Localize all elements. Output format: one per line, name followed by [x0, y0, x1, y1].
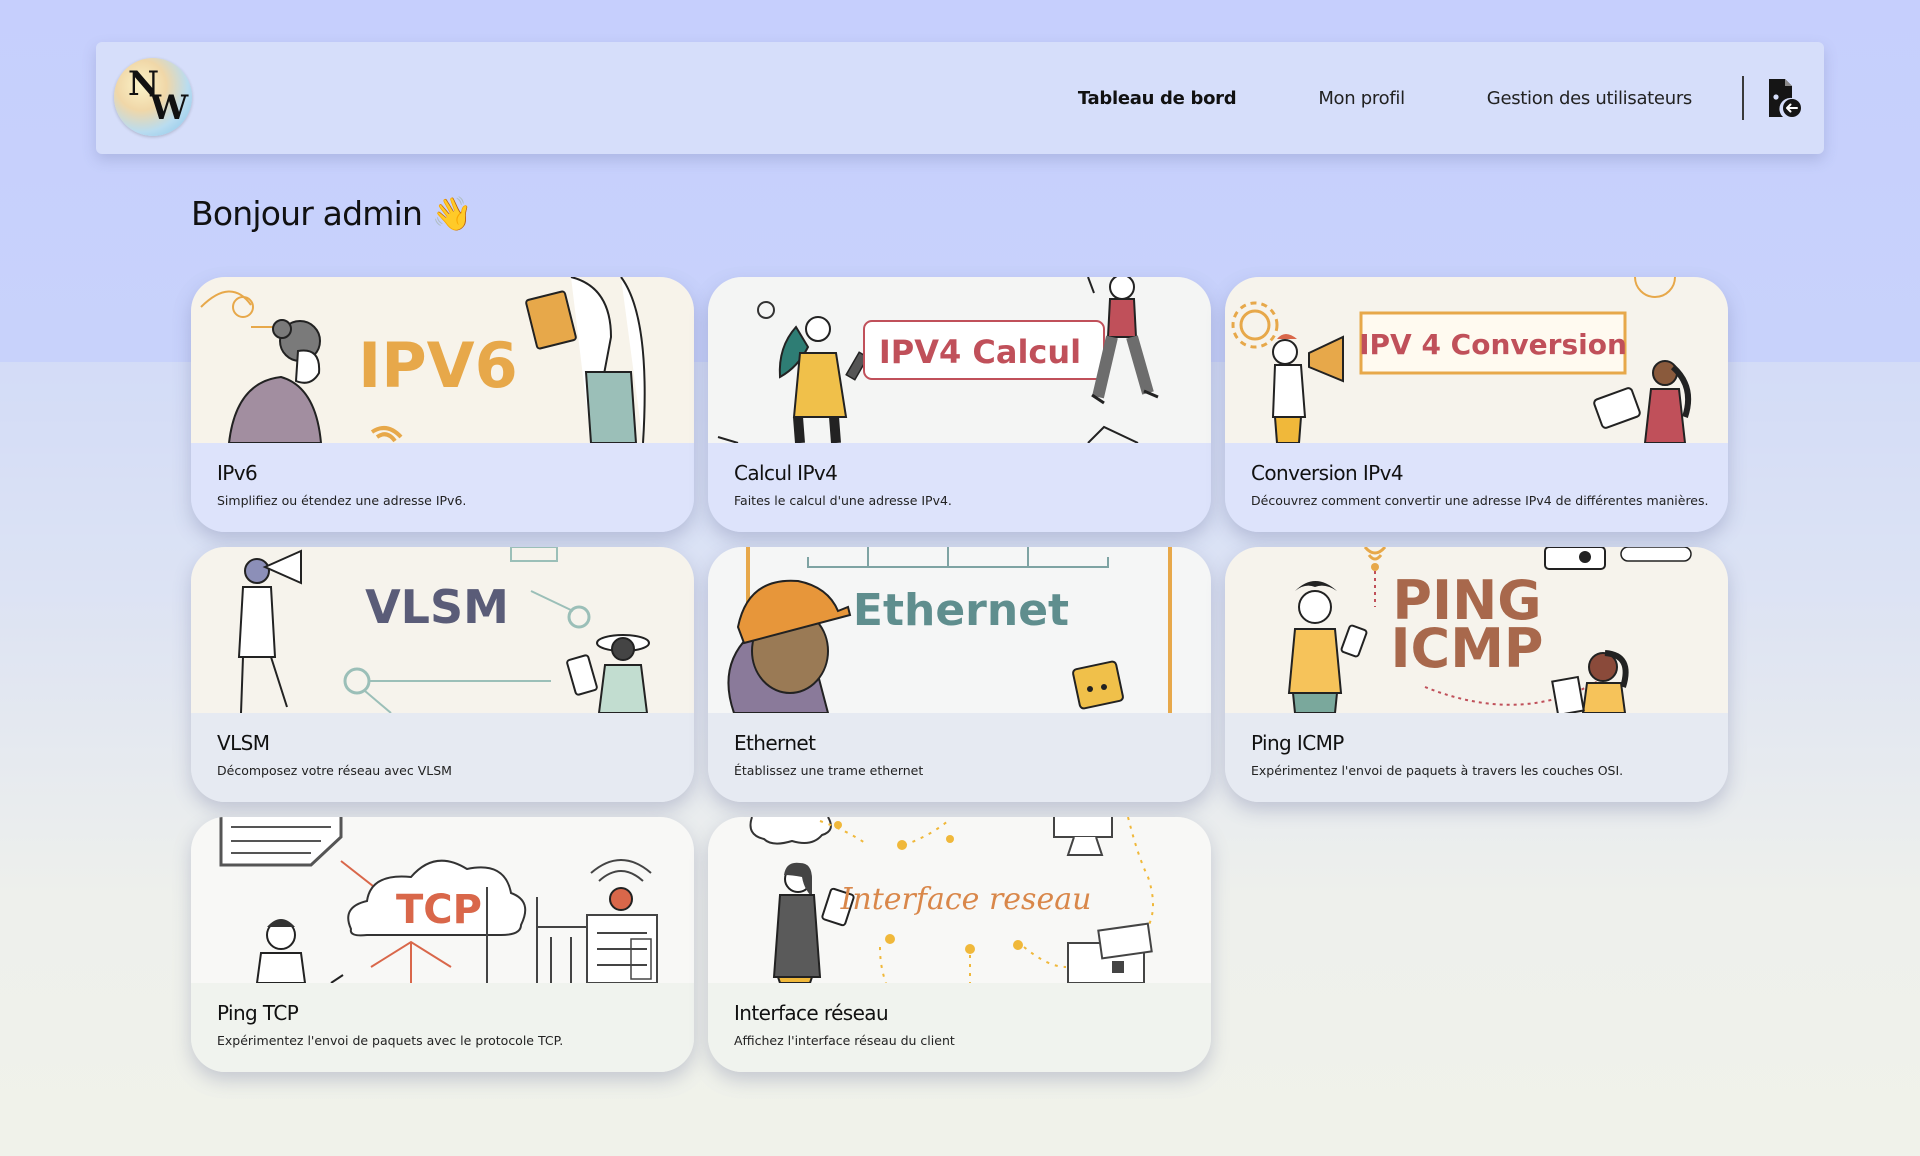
card-title: Ping ICMP: [1251, 731, 1344, 755]
logo-letter-w: W: [150, 88, 189, 128]
card-description: Affichez l'interface réseau du client: [734, 1033, 955, 1048]
page-greeting: Bonjour admin 👋: [191, 194, 473, 234]
icmp-banner-line2: ICMP: [1390, 617, 1543, 680]
logo[interactable]: N W: [114, 58, 192, 136]
card-ping-tcp[interactable]: TCP Ping TCP Expérimentez l'envoi de paq…: [191, 817, 694, 1072]
card-title: Ping TCP: [217, 1001, 299, 1025]
waving-hand-icon: 👋: [431, 194, 473, 233]
card-body: Ethernet Établissez une trame ethernet: [708, 713, 1211, 802]
card-vlsm[interactable]: VLSM VLSM Décomposez votre réseau avec V…: [191, 547, 694, 802]
card-ethernet[interactable]: Ethernet Ethernet Établissez une trame e…: [708, 547, 1211, 802]
nav-link-user-management[interactable]: Gestion des utilisateurs: [1487, 88, 1693, 109]
ipv6-illustration: IPV6: [191, 277, 694, 443]
greeting-text: Bonjour admin: [191, 194, 423, 233]
card-description: Décomposez votre réseau avec VLSM: [217, 763, 452, 778]
card-body: IPv6 Simplifiez ou étendez une adresse I…: [191, 443, 694, 532]
ping-icmp-illustration: PING ICMP: [1225, 547, 1728, 713]
vlsm-banner-text: VLSM: [365, 580, 509, 634]
card-ping-icmp[interactable]: PING ICMP Ping ICMP Expérimentez l'envoi…: [1225, 547, 1728, 802]
nav-links: Tableau de bord Mon profil Gestion des u…: [996, 42, 1692, 154]
card-interface-reseau[interactable]: Interface reseau Interface réseau Affich…: [708, 817, 1211, 1072]
nav-divider: [1742, 76, 1744, 120]
card-body: Interface réseau Affichez l'interface ré…: [708, 983, 1211, 1072]
card-description: Expérimentez l'envoi de paquets avec le …: [217, 1033, 564, 1048]
logout-icon[interactable]: [1766, 78, 1802, 118]
card-title: Conversion IPv4: [1251, 461, 1404, 485]
card-description: Simplifiez ou étendez une adresse IPv6.: [217, 493, 467, 508]
card-body: Ping TCP Expérimentez l'envoi de paquets…: [191, 983, 694, 1072]
interface-banner-text: Interface reseau: [840, 882, 1092, 917]
ipv4-conversion-illustration: IPV 4 Conversion: [1225, 277, 1728, 443]
card-body: VLSM Décomposez votre réseau avec VLSM: [191, 713, 694, 802]
card-body: Ping ICMP Expérimentez l'envoi de paquet…: [1225, 713, 1728, 802]
ipv4-calcul-banner-text: IPV4 Calcul: [879, 333, 1081, 371]
card-description: Découvrez comment convertir une adresse …: [1251, 493, 1709, 508]
ethernet-banner-text: Ethernet: [853, 585, 1069, 636]
card-conversion-ipv4[interactable]: IPV 4 Conversion Conversion IPv4 Découvr…: [1225, 277, 1728, 532]
vlsm-illustration: VLSM: [191, 547, 694, 713]
card-title: Interface réseau: [734, 1001, 889, 1025]
ipv6-banner-text: IPV6: [358, 329, 518, 402]
card-title: IPv6: [217, 461, 258, 485]
ipv4-conversion-banner-text: IPV 4 Conversion: [1359, 328, 1627, 361]
navbar: N W Tableau de bord Mon profil Gestion d…: [96, 42, 1824, 154]
card-title: Ethernet: [734, 731, 816, 755]
card-title: VLSM: [217, 731, 270, 755]
card-ipv6[interactable]: IPV6 IPv6 Simplifiez ou étendez une adre…: [191, 277, 694, 532]
card-calcul-ipv4[interactable]: IPV4 Calcul Calcul IPv4 Faites le calcul…: [708, 277, 1211, 532]
card-description: Faites le calcul d'une adresse IPv4.: [734, 493, 952, 508]
card-body: Calcul IPv4 Faites le calcul d'une adres…: [708, 443, 1211, 532]
card-description: Expérimentez l'envoi de paquets à traver…: [1251, 763, 1624, 778]
interface-reseau-illustration: Interface reseau: [708, 817, 1211, 983]
card-body: Conversion IPv4 Découvrez comment conver…: [1225, 443, 1728, 532]
ethernet-illustration: Ethernet: [708, 547, 1211, 713]
ping-tcp-illustration: TCP: [191, 817, 694, 983]
ipv4-calcul-illustration: IPV4 Calcul: [708, 277, 1211, 443]
nav-link-profile[interactable]: Mon profil: [1318, 88, 1405, 109]
tcp-banner-text: TCP: [396, 887, 482, 933]
card-description: Établissez une trame ethernet: [734, 763, 924, 778]
card-title: Calcul IPv4: [734, 461, 838, 485]
nav-link-dashboard[interactable]: Tableau de bord: [1078, 88, 1237, 109]
